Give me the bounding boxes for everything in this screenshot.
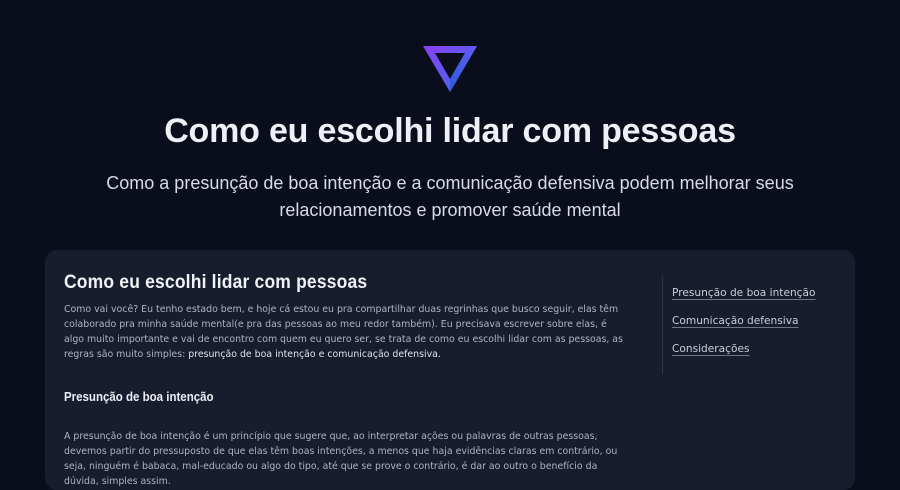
triangle-logo-icon <box>423 46 477 92</box>
page-subtitle: Como a presunção de boa intenção e a com… <box>106 173 794 220</box>
toc-link-comunicacao[interactable]: Comunicação defensiva <box>672 315 815 327</box>
section-paragraph-presuncao: A presunção de boa intenção é um princíp… <box>64 431 618 487</box>
toc-divider <box>662 276 663 374</box>
page-title: Como eu escolhi lidar com pessoas <box>164 112 736 150</box>
toc-link-presuncao[interactable]: Presunção de boa intenção <box>672 287 815 299</box>
toc-link-consideracoes[interactable]: Considerações <box>672 343 815 355</box>
article-body: Como eu escolhi lidar com pessoas Como v… <box>64 272 624 489</box>
intro-highlight: presunção de boa intenção e comunicação … <box>188 349 441 360</box>
article-intro-paragraph: Como vai você? Eu tenho estado bem, e ho… <box>64 302 624 362</box>
section-heading-presuncao: Presunção de boa intenção <box>64 390 214 404</box>
article-card: Como eu escolhi lidar com pessoas Como v… <box>45 250 855 490</box>
article-title: Como eu escolhi lidar com pessoas <box>64 272 368 293</box>
table-of-contents: Presunção de boa intenção Comunicação de… <box>672 287 815 371</box>
